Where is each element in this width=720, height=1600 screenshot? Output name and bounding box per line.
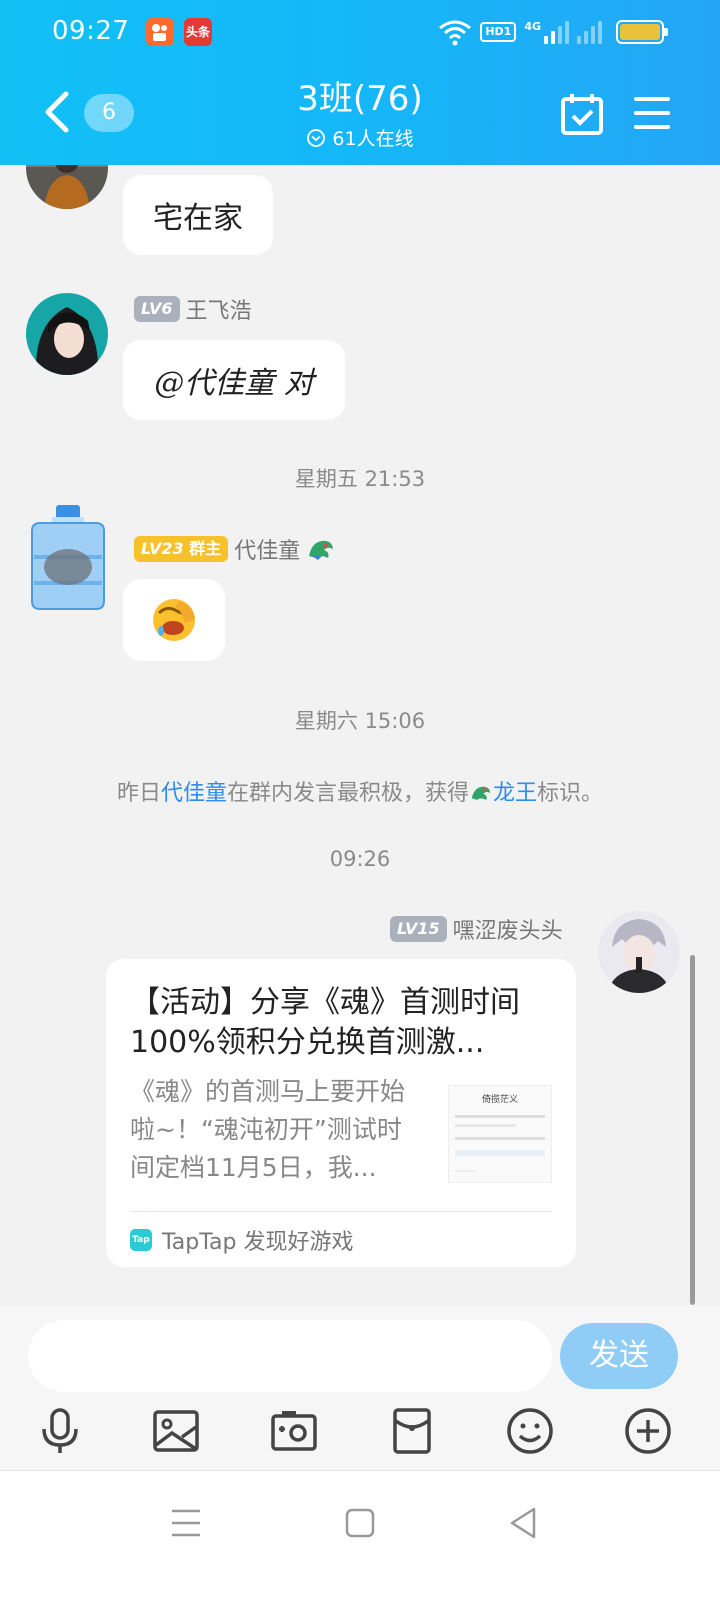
chat-message-list[interactable]: 宅在家 LV6 王飞浩 @代佳童 对 星期五 21:53 LV23 群主 代佳童… <box>0 165 720 1305</box>
message-input[interactable] <box>28 1320 552 1392</box>
plus-icon[interactable] <box>624 1407 672 1455</box>
sender-info: LV6 王飞浩 <box>134 293 252 325</box>
taptap-logo-icon: Tap <box>130 1229 152 1251</box>
avatar[interactable] <box>26 505 108 610</box>
card-body: 《魂》的首测马上要开始啦~！“魂沌初开”测试时间定档11月5日，我... 倚揽茫… <box>130 1073 552 1199</box>
message-bubble[interactable]: @代佳童 对 <box>123 340 345 420</box>
input-toolbar <box>0 1407 720 1463</box>
message-text: 宅在家 <box>153 201 243 236</box>
home-icon[interactable] <box>340 1503 380 1543</box>
input-bar: 发送 <box>0 1305 720 1470</box>
owner-role: 群主 <box>189 539 222 558</box>
kuaishou-notification-icon <box>146 18 174 46</box>
timestamp: 星期六 15:06 <box>294 709 426 733</box>
back-icon[interactable] <box>504 1503 544 1543</box>
shared-link-card[interactable]: 【活动】分享《魂》首测时间 100%领积分兑换首测激... 《魂》的首测马上要开… <box>106 959 576 1267</box>
avatar[interactable] <box>26 293 108 375</box>
avatar[interactable] <box>598 911 680 993</box>
sender-name[interactable]: 代佳童 <box>234 533 300 565</box>
signal-icon: 4G <box>524 20 569 44</box>
system-message: 昨日代佳童在群内发言最积极，获得 龙王标识。 <box>116 781 604 806</box>
card-title: 【活动】分享《魂》首测时间 100%领积分兑换首测激... <box>130 985 520 1060</box>
thumbnail-heading: 倚揽茫义 <box>481 1095 518 1105</box>
menu-icon[interactable] <box>632 94 672 132</box>
timestamp: 星期五 21:53 <box>294 467 426 491</box>
scrollbar[interactable] <box>690 955 695 1305</box>
top-header: 09:27 头条 HD1 4G 6 3班(76) 61人在线 <box>0 0 720 165</box>
image-icon[interactable] <box>152 1407 200 1455</box>
send-button[interactable]: 发送 <box>560 1323 678 1389</box>
message-bubble[interactable]: 宅在家 <box>123 175 273 255</box>
message-bubble[interactable] <box>123 579 225 661</box>
message-text: @代佳童 对 <box>154 366 314 401</box>
status-bar: 09:27 头条 HD1 4G <box>0 0 720 64</box>
back-chevron-icon[interactable] <box>38 88 78 136</box>
calendar-check-icon[interactable] <box>560 92 604 136</box>
page-title: 3班(76) <box>297 79 423 119</box>
red-packet-icon[interactable] <box>388 1407 436 1455</box>
title-bar: 6 3班(76) 61人在线 <box>0 64 720 164</box>
microphone-icon[interactable] <box>36 1407 84 1455</box>
card-source: Tap TapTap 发现好游戏 <box>130 1211 552 1256</box>
status-indicators: HD1 4G <box>438 14 668 50</box>
dragon-king-icon <box>309 540 334 560</box>
chat-title-block[interactable]: 3班(76) 61人在线 <box>210 78 510 151</box>
signal-2-icon <box>577 20 602 44</box>
unread-count-badge[interactable]: 6 <box>84 94 134 132</box>
sender-name[interactable]: 嘿涩废头头 <box>453 913 563 945</box>
avatar[interactable] <box>26 165 108 209</box>
face-palm-emoji-icon <box>153 599 195 641</box>
system-nav-bar <box>0 1470 720 1600</box>
level-badge: LV15 <box>390 916 447 942</box>
level-badge: LV6 <box>134 296 180 322</box>
card-thumbnail: 倚揽茫义 <box>448 1085 552 1183</box>
dragon-king-icon <box>471 786 491 800</box>
recents-icon[interactable] <box>166 1503 206 1543</box>
online-count: 61人在线 <box>210 124 510 151</box>
badge-link[interactable]: 龙王 <box>493 781 537 806</box>
emoji-icon[interactable] <box>506 1407 554 1455</box>
card-source-label: TapTap 发现好游戏 <box>162 1230 354 1255</box>
sender-info: LV15 嘿涩废头头 <box>390 913 563 945</box>
online-count-label: 61人在线 <box>332 128 414 150</box>
toutiao-notification-icon: 头条 <box>184 18 212 46</box>
card-description: 《魂》的首测马上要开始啦~！“魂沌初开”测试时间定档11月5日，我... <box>130 1077 406 1182</box>
sender-info: LV23 群主 代佳童 <box>134 533 336 565</box>
timestamp: 09:26 <box>329 847 391 871</box>
chevron-down-circle-icon <box>307 128 326 147</box>
level-badge: LV23 群主 <box>134 536 229 562</box>
sender-name[interactable]: 王飞浩 <box>186 293 252 325</box>
hd-indicator: HD1 <box>480 22 517 42</box>
wifi-icon <box>439 20 472 46</box>
battery-icon <box>616 20 668 44</box>
status-time: 09:27 <box>52 16 130 46</box>
user-link[interactable]: 代佳童 <box>161 781 227 806</box>
camera-icon[interactable] <box>270 1407 318 1455</box>
network-type: 4G <box>524 20 541 33</box>
